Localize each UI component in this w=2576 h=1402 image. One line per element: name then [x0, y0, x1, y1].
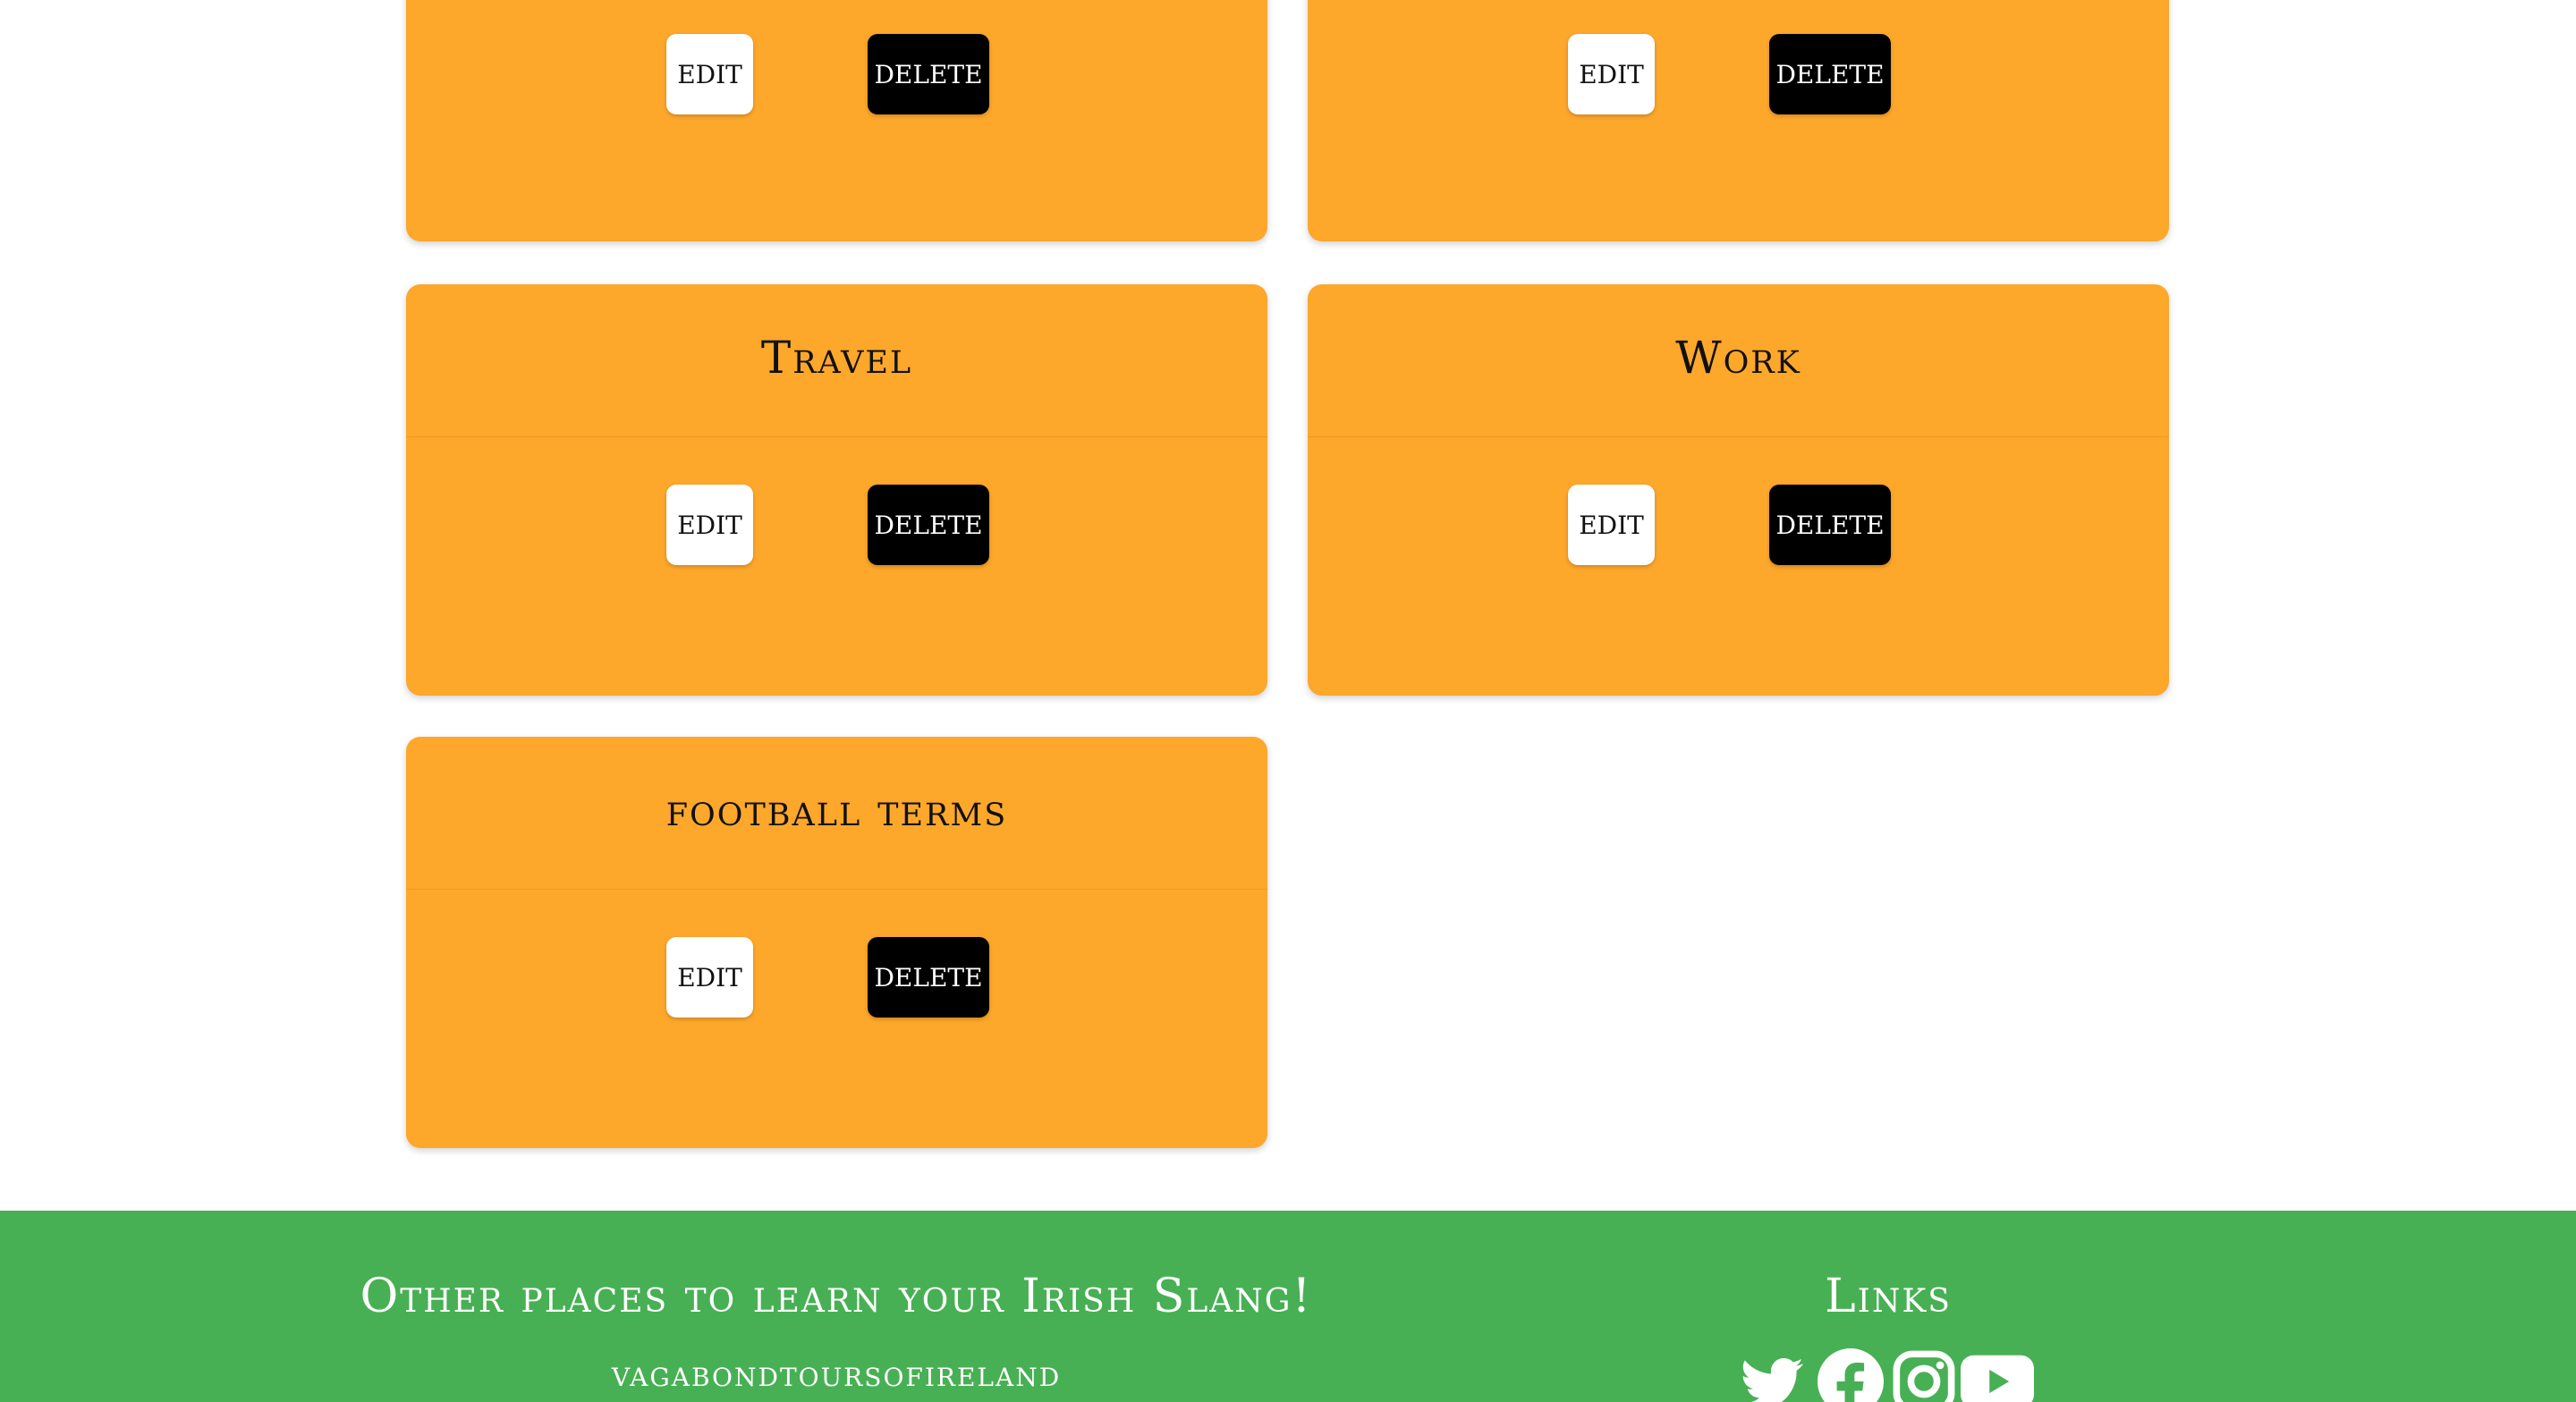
delete-button[interactable]: DELETE: [868, 34, 989, 114]
card-header: Work: [1308, 284, 2169, 437]
other-places-heading: Other places to learn your Irish Slang!: [360, 1270, 1313, 1323]
edit-button[interactable]: EDIT: [666, 34, 753, 114]
category-card: EDIT DELETE: [406, 0, 1267, 241]
page: EDIT DELETE EDIT DELETE Travel EDIT DELE…: [0, 0, 2576, 1402]
card-header: football terms: [406, 737, 1267, 890]
delete-button[interactable]: DELETE: [868, 937, 989, 1018]
footer: Other places to learn your Irish Slang! …: [0, 1211, 2576, 1402]
vagabond-tours-link[interactable]: vagabondtoursofireland: [612, 1354, 1061, 1395]
edit-button[interactable]: EDIT: [1568, 485, 1655, 565]
category-card-travel: Travel EDIT DELETE: [406, 284, 1267, 696]
card-title: football terms: [665, 784, 1008, 836]
links-heading: Links: [1825, 1270, 1952, 1323]
delete-button[interactable]: DELETE: [1769, 34, 1891, 114]
card-title: Travel: [760, 332, 913, 384]
card-header: Travel: [406, 284, 1267, 437]
delete-button[interactable]: DELETE: [868, 485, 989, 565]
category-card-football-terms: football terms EDIT DELETE: [406, 737, 1267, 1148]
instagram-icon[interactable]: [1893, 1350, 1955, 1402]
card-title: Work: [1675, 332, 1801, 384]
twitter-icon[interactable]: [1739, 1352, 1807, 1402]
edit-button[interactable]: EDIT: [1568, 34, 1655, 114]
youtube-icon[interactable]: [1961, 1352, 2034, 1402]
facebook-icon[interactable]: [1818, 1348, 1884, 1402]
edit-button[interactable]: EDIT: [666, 485, 753, 565]
category-card: EDIT DELETE: [1308, 0, 2169, 241]
edit-button[interactable]: EDIT: [666, 937, 753, 1018]
delete-button[interactable]: DELETE: [1769, 485, 1891, 565]
category-card-work: Work EDIT DELETE: [1308, 284, 2169, 696]
